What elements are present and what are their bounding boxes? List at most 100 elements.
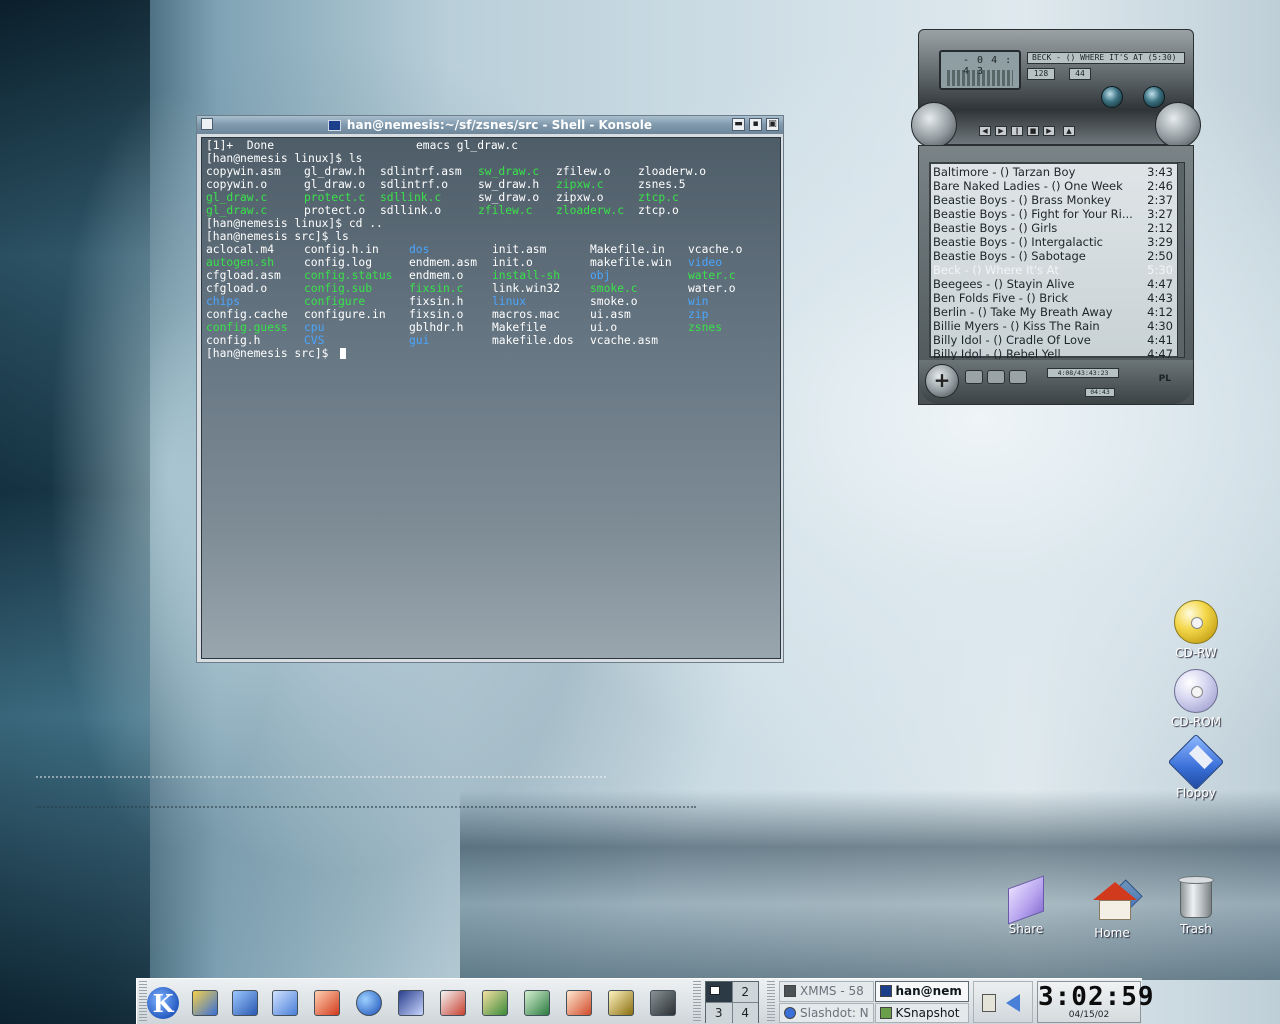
pager-desktop-1[interactable] (706, 982, 732, 1002)
taskbar: XMMS - 58 han@nem Slashdot: N KSnapshot (779, 981, 969, 1023)
stop-button[interactable]: ■ (1027, 126, 1039, 136)
maximize-button[interactable]: ▪ (749, 118, 762, 131)
pause-button[interactable]: ❙ (1011, 126, 1023, 136)
playlist-item[interactable]: Billie Myers - () Kiss The Rain 4:30 (931, 319, 1177, 333)
paint-brush-icon[interactable] (187, 985, 223, 1021)
konsole-titlebar[interactable]: han@nemesis:~/sf/zsnes/src - Shell - Kon… (197, 116, 783, 134)
document-editor-icon[interactable] (435, 985, 471, 1021)
xmms-player[interactable]: - 0 4 : 4 3 BECK - () WHERE IT'S AT (5:3… (911, 29, 1201, 405)
add-file-button[interactable]: + (925, 364, 959, 398)
image-viewer-icon[interactable] (393, 985, 429, 1021)
balance-knob[interactable] (1143, 86, 1165, 108)
konsole-window[interactable]: han@nemesis:~/sf/zsnes/src - Shell - Kon… (196, 115, 784, 663)
select-button[interactable] (987, 370, 1005, 384)
close-button[interactable]: ▣ (766, 118, 779, 131)
desktop-icon-home[interactable]: Home (1072, 878, 1152, 940)
playlist-item[interactable]: Beastie Boys - () Brass Monkey 2:37 (931, 193, 1177, 207)
terminal-text: Makefile (492, 321, 547, 334)
volume-knob[interactable] (1101, 86, 1123, 108)
file-manager-icon[interactable] (267, 985, 303, 1021)
panel-handle[interactable] (693, 981, 701, 1023)
k-menu-icon[interactable]: K (147, 987, 179, 1019)
terminal-text: zipxw.c (556, 178, 604, 191)
playlist-item[interactable]: Berlin - () Take My Breath Away 4:12 (931, 305, 1177, 319)
spreadsheet-icon[interactable] (477, 985, 513, 1021)
playlist-item[interactable]: Billy Idol - () Cradle Of Love 4:41 (931, 333, 1177, 347)
desktop-icon-share[interactable]: Share (986, 875, 1066, 936)
terminal-text: config.sub (304, 282, 373, 295)
terminal-text: copywin.asm (206, 165, 281, 178)
presentation-icon[interactable] (561, 985, 597, 1021)
desktop-icon-trash[interactable]: Trash (1156, 876, 1236, 936)
desktop-icon-cdrw[interactable]: CD-RW (1156, 600, 1236, 660)
home-launcher-icon[interactable] (309, 985, 345, 1021)
playlist-item[interactable]: Beck - () Where It's At 5:30 (931, 263, 1177, 277)
prev-button[interactable]: ◀ (979, 126, 991, 136)
eject-button[interactable]: ▲ (1063, 126, 1075, 136)
terminal-line: [han@nemesis linux]$ ls (206, 152, 780, 165)
playlist-item-duration: 2:37 (1147, 193, 1173, 207)
playlist-item[interactable]: Baltimore - () Tarzan Boy 3:43 (931, 165, 1177, 179)
terminal-text: sw_draw.o (478, 191, 540, 204)
desktop-icon-floppy[interactable]: Floppy (1156, 733, 1236, 800)
desktop-icon-label: Share (1008, 922, 1044, 936)
remove-button[interactable] (965, 370, 983, 384)
minimize-button[interactable]: ▬ (732, 118, 745, 131)
xmms-right-ornament (1155, 102, 1201, 148)
next-button[interactable]: ▶ (1043, 126, 1055, 136)
terminal-text: vcache.o (688, 243, 743, 256)
task-xmms[interactable]: XMMS - 58 (779, 981, 874, 1002)
playlist-item[interactable]: Beastie Boys - () Intergalactic 3:29 (931, 235, 1177, 249)
playlist-item-duration: 3:27 (1147, 207, 1173, 221)
pen-tool-icon[interactable] (603, 985, 639, 1021)
pager-desktop-4[interactable]: 4 (732, 1003, 758, 1023)
task-slashdot[interactable]: Slashdot: N (779, 1002, 874, 1023)
terminal-text: install-sh (492, 269, 561, 282)
task-konsole[interactable]: han@nem (874, 981, 969, 1002)
playlist-item-title: Beck - () Where It's At (933, 263, 1059, 277)
pager-desktop-3[interactable]: 3 (706, 1003, 732, 1023)
terminal-text: vcache.asm (590, 334, 659, 347)
playlist[interactable]: Baltimore - () Tarzan Boy 3:43 Bare Naked … (929, 162, 1179, 361)
task-label: KSnapshot (895, 1005, 960, 1020)
window-menu-button[interactable] (201, 118, 213, 130)
playlist-item[interactable]: Beastie Boys - () Girls 2:12 (931, 221, 1177, 235)
terminal-area[interactable]: [1]+ Done emacs gl_draw.c [han@nemesis lin… (201, 137, 781, 659)
xmms-samplerate: 44 (1069, 68, 1091, 80)
terminal-text: protect.o (304, 204, 366, 217)
misc-button[interactable] (1009, 370, 1027, 384)
terminal-launcher-icon[interactable] (227, 985, 263, 1021)
playlist-item-duration: 4:12 (1147, 305, 1173, 319)
terminal-text: endmem.o (409, 269, 464, 282)
clipboard-icon[interactable] (982, 994, 996, 1012)
playlist-item[interactable]: Billy Idol - () Rebel Yell 4:47 (931, 347, 1177, 361)
playlist-item-title: Billie Myers - () Kiss The Rain (933, 319, 1100, 333)
xmms-playlist-window[interactable]: Baltimore - () Tarzan Boy 3:43 Bare Naked … (918, 145, 1194, 405)
terminal-text: gl_draw.c (206, 191, 268, 204)
task-ksnapshot[interactable]: KSnapshot (874, 1002, 969, 1023)
chart-app-icon[interactable] (519, 985, 555, 1021)
playlist-scrollbar[interactable] (1177, 162, 1185, 358)
pager-desktop-2[interactable]: 2 (732, 982, 758, 1002)
playlist-label: PL (1158, 374, 1171, 384)
playlist-item[interactable]: Beegees - () Stayin Alive 4:47 (931, 277, 1177, 291)
terminal-text: fixsin.h (409, 295, 464, 308)
playlist-item[interactable]: Bare Naked Ladies - () One Week 2:46 (931, 179, 1177, 193)
terminal-line: [1]+ Done emacs gl_draw.c (206, 139, 780, 152)
xmms-left-ornament (911, 102, 957, 148)
panel-handle[interactable] (767, 981, 775, 1023)
xmms-launcher-icon[interactable] (645, 985, 681, 1021)
desktop-icon-cdrom[interactable]: CD-ROM (1156, 669, 1236, 729)
play-button[interactable]: ▶ (995, 126, 1007, 136)
browser-globe-icon[interactable] (351, 985, 387, 1021)
playlist-item[interactable]: Beastie Boys - () Sabotage 2:50 (931, 249, 1177, 263)
playlist-item[interactable]: Beastie Boys - () Fight for Your Ri... 3:… (931, 207, 1177, 221)
panel-clock[interactable]: 3:02:59 04/15/02 (1037, 981, 1154, 1023)
terminal-text: aclocal.m4 (206, 243, 275, 256)
terminal-line: copywin.o gl_draw.o sdlintrf.o sw_draw.h zip… (206, 178, 780, 191)
xmms-main-window[interactable]: - 0 4 : 4 3 BECK - () WHERE IT'S AT (5:3… (911, 29, 1201, 148)
terminal-line: copywin.asm gl_draw.h sdlintrf.asm sw_draw.… (206, 165, 780, 178)
playlist-item[interactable]: Ben Folds Five - () Brick 4:43 (931, 291, 1177, 305)
panel-handle[interactable] (139, 981, 147, 1023)
volume-icon[interactable] (1006, 994, 1020, 1012)
